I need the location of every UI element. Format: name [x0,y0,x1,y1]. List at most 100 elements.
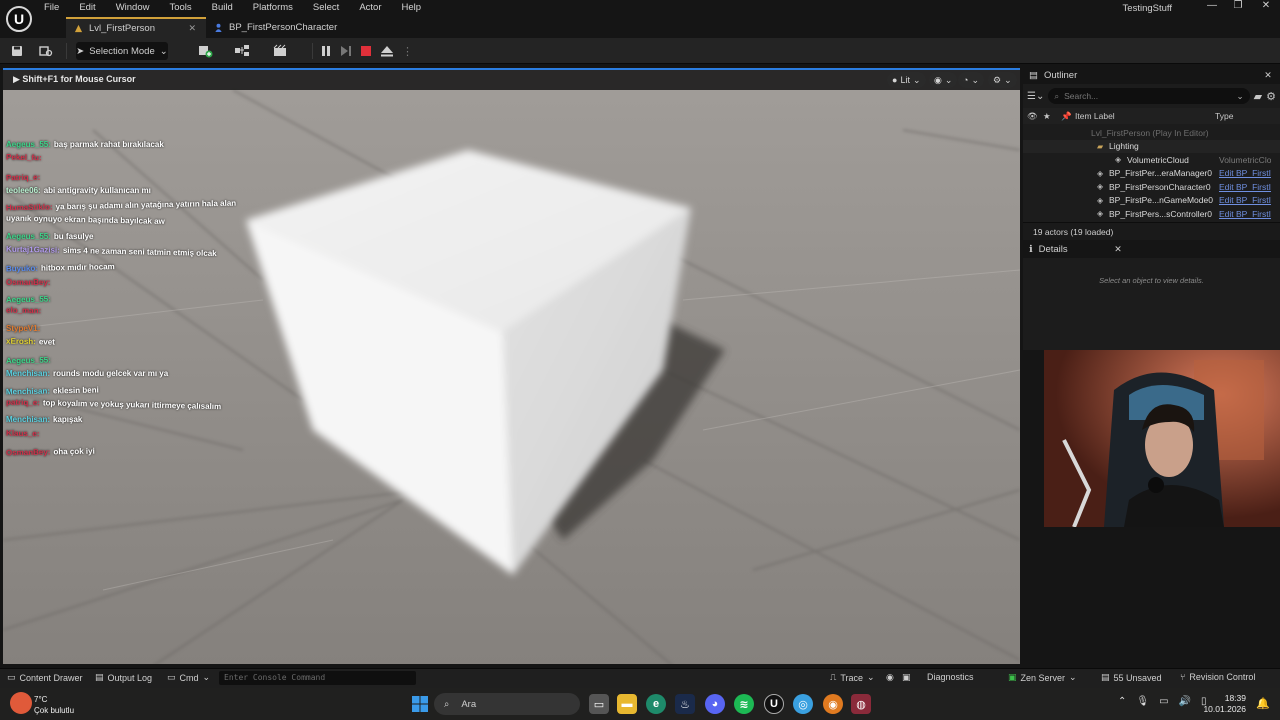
search-input[interactable]: ⌕ Search... ⌄ [1048,88,1250,104]
obs-icon[interactable]: ◍ [851,694,871,714]
play-triangle-icon: ▶ [13,74,23,84]
log-icon: ▤ [95,672,104,682]
system-tray[interactable]: ⌃ 🎙 ▭ 🔊 ▯ [1118,696,1207,707]
menu-tools[interactable]: Tools [169,0,191,16]
spotify-icon[interactable]: ≋ [734,694,754,714]
taskbar-search-label: Ara [461,698,477,710]
outliner-row-label: VolumetricCloud [1127,154,1189,165]
selection-mode-dropdown[interactable]: ➤ Selection Mode ⌄ [76,42,168,60]
tab-blueprint[interactable]: BP_FirstPersonCharacter [206,17,347,38]
gear-icon: ⚙ [993,74,1002,85]
outliner-row[interactable]: ◈ BP_FirstPers...sController0 Edit BP_Firs… [1023,207,1280,221]
start-icon[interactable] [410,694,430,714]
record-icon[interactable]: ◉ [886,672,894,683]
screenshot-icon[interactable]: ▣ [902,672,911,683]
weather-temp: 7°C [34,695,48,704]
folder-add-icon[interactable]: ▰ [1254,90,1262,103]
favorite-column-icon[interactable]: ★ [1043,111,1051,122]
menu-actor[interactable]: Actor [359,0,381,16]
minimize-button[interactable]: — [1198,0,1226,16]
blender-icon[interactable]: ◉ [823,694,843,714]
chat-message: OsmanBey: oha çok iyi [6,444,236,464]
console-command-input[interactable]: Enter Console Command [219,671,416,685]
menu-build[interactable]: Build [212,0,233,16]
show-flags-button[interactable]: ◉ ⌄ [929,72,958,88]
edit-blueprint-link[interactable]: Edit BP_FirstI [1219,182,1271,192]
main-toolbar: ➤ Selection Mode ⌄ ⋮ [0,38,1280,64]
unsaved-button[interactable]: ▤ 55 Unsaved [1101,672,1162,683]
menu-edit[interactable]: Edit [79,0,95,16]
unreal-engine-icon[interactable]: U [764,694,784,714]
gear-icon[interactable]: ⚙ [1266,90,1276,103]
add-actor-icon[interactable] [194,42,220,60]
menu-window[interactable]: Window [116,0,150,16]
edge-icon[interactable]: e [646,694,666,714]
volume-icon[interactable]: 🔊 [1179,696,1191,707]
blueprints-icon[interactable] [230,42,258,60]
steam-icon[interactable]: ♨ [675,694,695,714]
viewport-settings-button[interactable]: ⚙ ⌄ [988,72,1017,88]
discord-icon[interactable]: ◕ [705,694,725,714]
network-icon[interactable]: ▭ [1159,696,1168,707]
menu-file[interactable]: File [44,0,59,16]
chevron-down-icon: ⌄ [1236,90,1244,101]
pause-icon[interactable] [320,45,332,57]
outliner-row[interactable]: Lvl_FirstPerson (Play In Editor) [1023,126,1280,140]
edit-blueprint-link[interactable]: Edit BP_FirstI [1219,168,1271,178]
outliner-row[interactable]: ◈ VolumetricCloud VolumetricClo [1023,153,1280,167]
chat-username: Menchisan: [6,415,51,425]
actor-icon: ◈ [1097,168,1104,178]
weather-widget[interactable]: 7°C Çok bulutlu [34,694,74,716]
viewport-toolbar: ▶ Shift+F1 for Mouse Cursor ● Lit ⌄ ◉ ⌄ ◔… [3,70,1020,90]
stop-icon[interactable] [360,45,372,57]
outliner-row[interactable]: ◈ BP_FirstPe...nGameMode0 Edit BP_FirstI [1023,194,1280,208]
step-frame-icon[interactable] [340,45,352,57]
unreal-logo-icon[interactable]: U [6,6,32,32]
weather-icon[interactable] [10,692,32,714]
tab-close-icon[interactable]: ✕ [188,23,196,34]
task-view-icon[interactable]: ▭ [589,694,609,714]
edit-blueprint-link[interactable]: Edit BP_FirstI [1219,195,1271,205]
diagnostics-button[interactable]: Diagnostics [927,672,974,682]
item-label-column[interactable]: Item Label [1075,111,1115,121]
details-empty-message: Select an object to view details. [1099,276,1204,285]
tray-chevron-icon[interactable]: ⌃ [1118,696,1126,707]
edit-blueprint-link[interactable]: Edit BP_FirstI [1219,209,1271,219]
eject-icon[interactable] [380,45,394,57]
menu-help[interactable]: Help [402,0,422,16]
menu-select[interactable]: Select [313,0,339,16]
more-options-icon[interactable]: ⋮ [402,45,413,58]
cmd-dropdown[interactable]: ▭ Cmd ⌄ [167,672,210,683]
output-log-button[interactable]: ▤ Output Log [95,672,152,683]
notifications-icon[interactable]: 🔔 [1256,697,1270,710]
revision-control-button[interactable]: ⑂ Revision Control [1180,672,1255,682]
close-window-button[interactable]: ✕ [1252,0,1280,16]
close-icon[interactable]: ✕ [1256,66,1280,84]
cinematics-icon[interactable] [268,42,296,60]
close-icon[interactable]: ✕ [1106,240,1130,258]
content-drawer-button[interactable]: ▭ Content Drawer [7,672,83,683]
microphone-icon[interactable]: 🎙 [1136,696,1149,707]
visibility-column-icon[interactable]: 👁 [1027,111,1038,122]
zen-server-button[interactable]: ▣ Zen Server ⌄ [1008,672,1077,683]
maximize-button[interactable]: ❐ [1224,0,1252,16]
taskbar-search[interactable]: ⌕ Ara [434,693,580,715]
character-icon [215,23,222,32]
save-icon[interactable] [8,42,26,60]
outliner-icon: ▤ [1029,69,1038,81]
browse-icon[interactable] [36,42,56,60]
tab-level[interactable]: Lvl_FirstPerson ✕ [66,17,206,38]
lit-mode-button[interactable]: ● Lit ⌄ [887,72,926,88]
filter-icon[interactable]: ☰⌄ [1027,91,1044,102]
file-explorer-icon[interactable]: ▬ [617,694,637,714]
trace-dropdown[interactable]: ⎍ Trace ⌄ [830,672,875,683]
outliner-row[interactable]: ◈ BP_FirstPersonCharacter0 Edit BP_FirstI [1023,180,1280,194]
performance-button[interactable]: ◔ ⌄ [958,72,984,88]
type-column[interactable]: Type [1215,111,1233,121]
menu-platforms[interactable]: Platforms [253,0,293,16]
pin-column-icon[interactable]: 📌 [1061,111,1072,122]
outliner-row[interactable]: ◈ BP_FirstPer...eraManager0 Edit BP_FirstI [1023,167,1280,181]
outliner-row[interactable]: ▰ Lighting [1023,139,1280,153]
app-icon[interactable]: ◎ [793,694,813,714]
clock[interactable]: 18:39 10.01.2026 [1203,693,1246,715]
